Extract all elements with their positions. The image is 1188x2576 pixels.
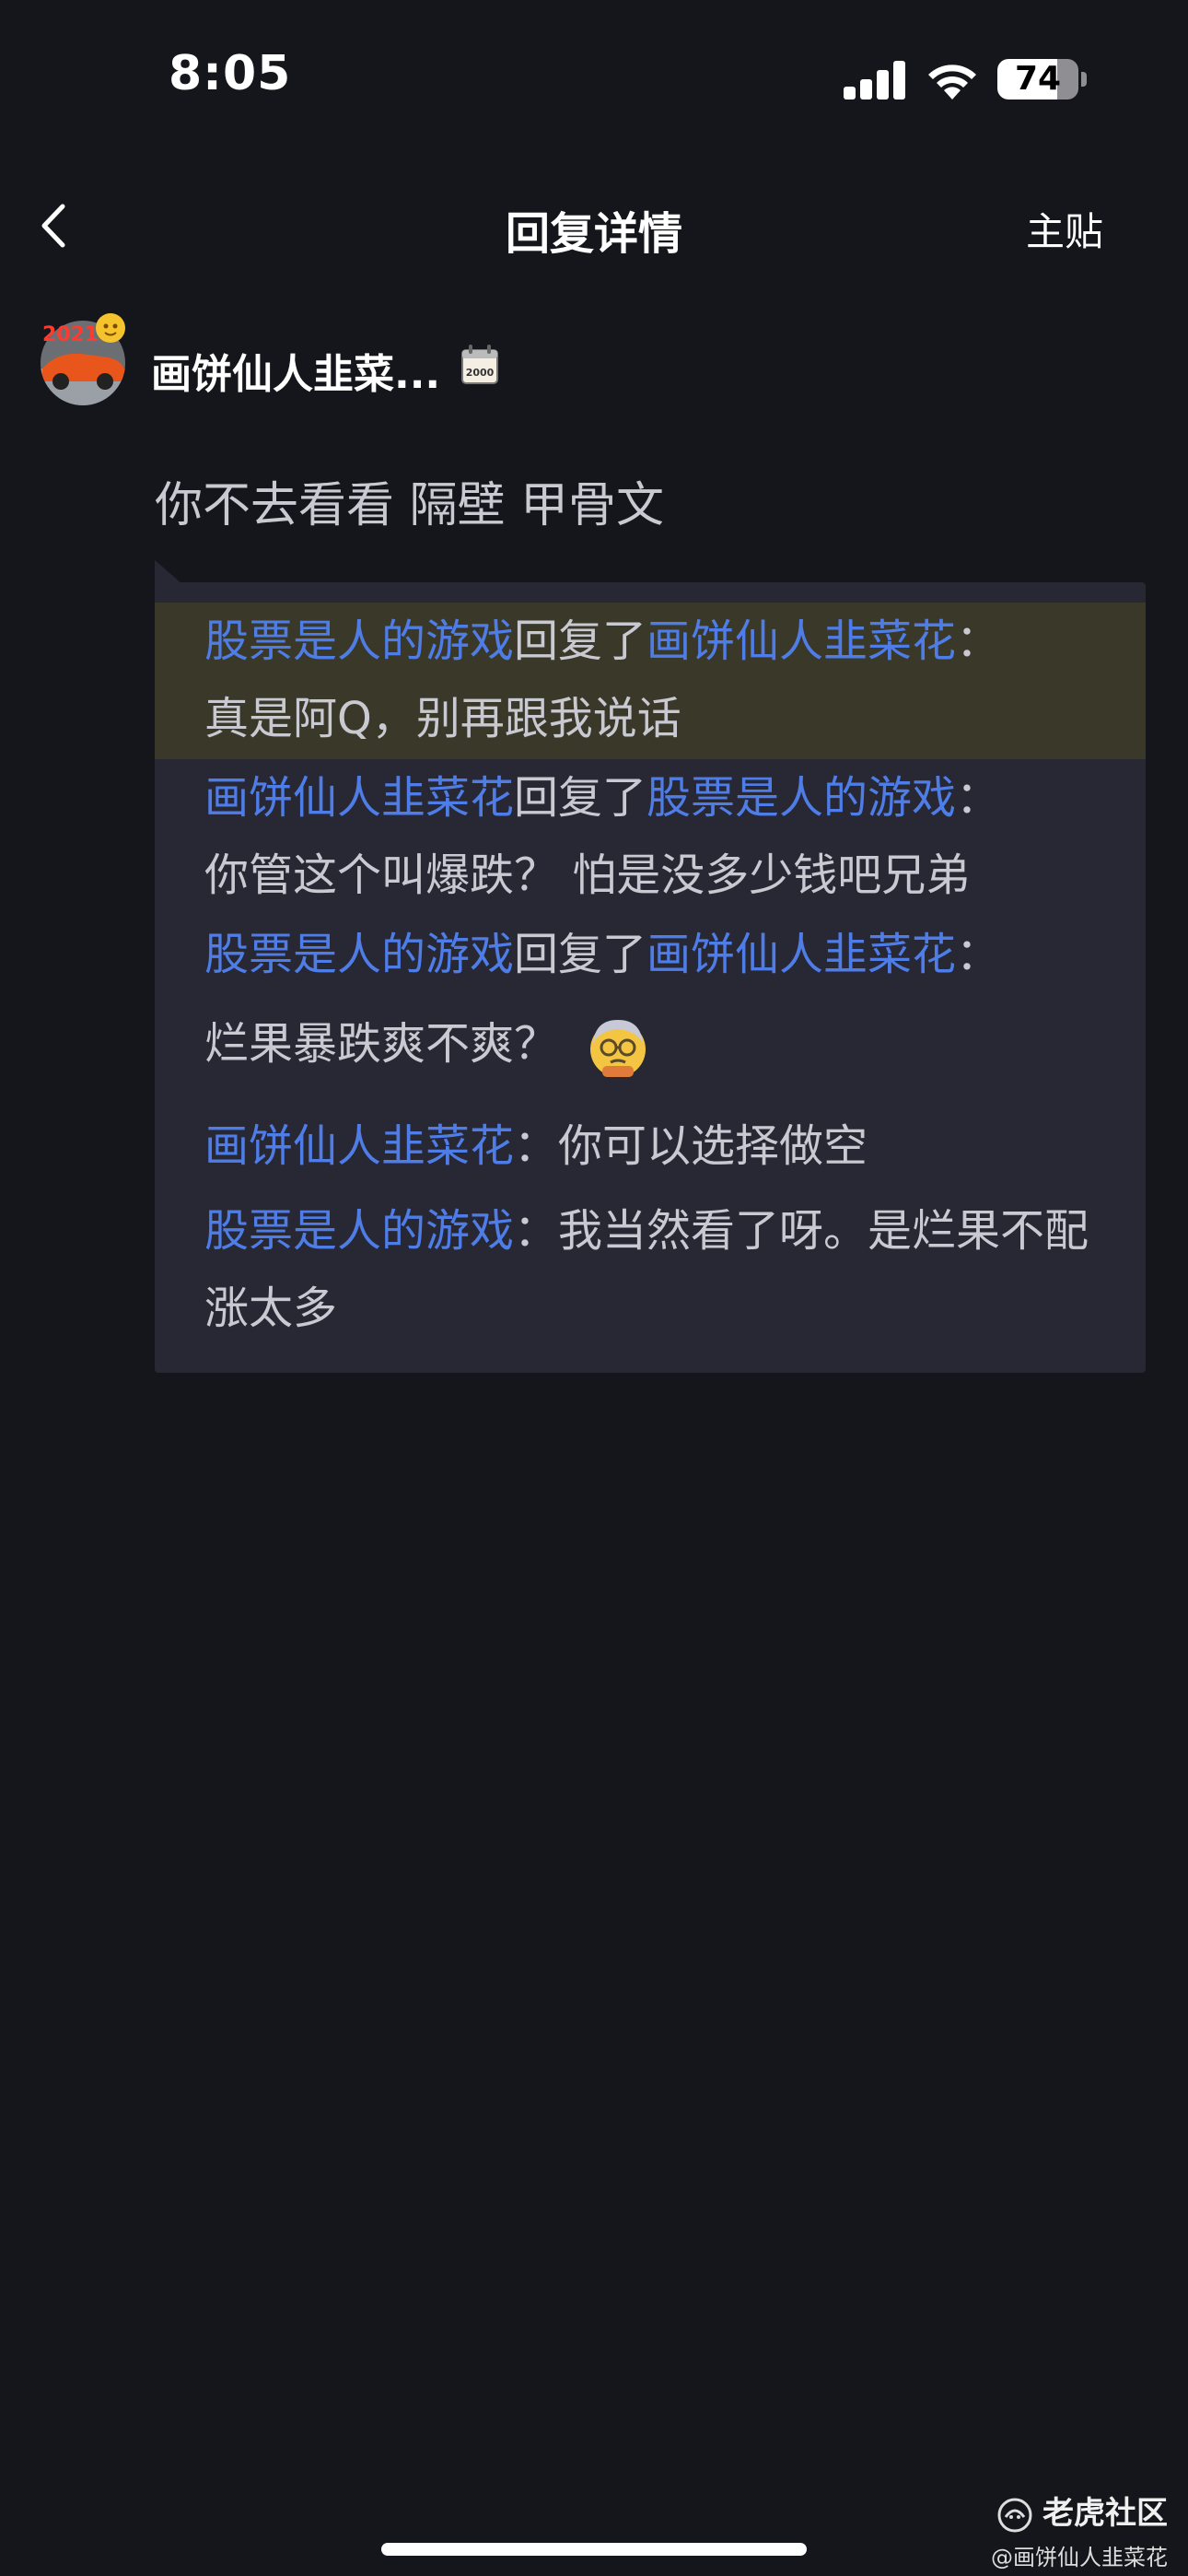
comment-author: 2021 画饼仙人韭菜... 2000 — [39, 304, 1144, 415]
reply-text: 你管这个叫爆跌？ 怕是没多少钱吧兄弟 — [204, 849, 971, 901]
reply-from-user[interactable]: 股票是人的游戏 — [204, 1205, 514, 1257]
reply-to-user[interactable]: 画饼仙人韭菜花 — [646, 929, 956, 980]
reply-separator: ： — [956, 615, 1001, 667]
avatar[interactable]: 2021 — [39, 304, 127, 407]
level-badge-text: 2000 — [466, 367, 495, 379]
watermark-site: 老虎社区 — [1042, 2495, 1168, 2532]
reply-to-user[interactable]: 画饼仙人韭菜花 — [646, 615, 956, 667]
reply-verb: 回复了 — [514, 929, 647, 980]
battery-percent: 74 — [1014, 60, 1062, 98]
level-badge-icon: 2000 — [461, 345, 498, 384]
page-title: 回复详情 — [505, 208, 682, 260]
watermark-user: @画饼仙人韭菜花 — [991, 2544, 1168, 2570]
battery-cap — [1081, 72, 1087, 87]
reply-item[interactable]: 股票是人的游戏回复了画饼仙人韭菜花： 真是阿Q，别再跟我说话 — [155, 603, 1146, 759]
reply-text: 烂果暴跌爽不爽？ — [204, 1018, 559, 1070]
main-post-button[interactable]: 主贴 — [1026, 201, 1103, 257]
thinking-face-emoji — [590, 1020, 646, 1077]
home-indicator[interactable] — [381, 2543, 807, 2556]
comment-text: 你不去看看 隔壁 甲骨文 — [155, 478, 665, 533]
reply-separator: ： — [514, 1120, 559, 1172]
status-bar: 8:05 74 — [0, 0, 1188, 157]
reply-text: 你可以选择做空 — [558, 1120, 868, 1172]
reply-from-user[interactable]: 画饼仙人韭菜花 — [204, 772, 514, 824]
reply-text: 真是阿Q，别再跟我说话 — [204, 693, 681, 744]
status-time: 8:05 — [169, 46, 292, 101]
reply-item[interactable]: 股票是人的游戏：我当然看了呀。是烂果不配涨太多 — [155, 1192, 1146, 1349]
reply-separator: ： — [956, 929, 1001, 980]
reply-box-notch — [155, 560, 182, 584]
watermark: 老虎社区 @画饼仙人韭菜花 — [991, 2488, 1168, 2571]
reply-from-user[interactable]: 股票是人的游戏 — [204, 929, 514, 980]
reply-verb: 回复了 — [514, 772, 647, 824]
replies-box: 股票是人的游戏回复了画饼仙人韭菜花： 真是阿Q，别再跟我说话 画饼仙人韭菜花回复… — [155, 582, 1146, 1373]
reply-from-user[interactable]: 股票是人的游戏 — [204, 615, 514, 667]
reply-item[interactable]: 股票是人的游戏回复了画饼仙人韭菜花： 烂果暴跌爽不爽？ — [155, 916, 1146, 1100]
battery-icon: 74 — [997, 59, 1078, 100]
cellular-signal-icon — [844, 61, 906, 100]
reply-item[interactable]: 画饼仙人韭菜花：你可以选择做空 — [155, 1107, 1146, 1190]
reply-separator: ： — [514, 1205, 559, 1257]
wifi-icon — [928, 64, 976, 100]
reply-separator: ： — [956, 772, 1001, 824]
reply-verb: 回复了 — [514, 615, 647, 667]
tiger-logo-icon — [997, 2498, 1032, 2532]
nav-bar: 回复详情 主贴 — [0, 175, 1188, 276]
reply-item[interactable]: 画饼仙人韭菜花回复了股票是人的游戏： 你管这个叫爆跌？ 怕是没多少钱吧兄弟 — [155, 759, 1146, 916]
reply-to-user[interactable]: 股票是人的游戏 — [646, 772, 956, 824]
reply-from-user[interactable]: 画饼仙人韭菜花 — [204, 1120, 514, 1172]
avatar-badge-text: 2021 — [42, 323, 99, 346]
author-username[interactable]: 画饼仙人韭菜... — [151, 341, 440, 400]
